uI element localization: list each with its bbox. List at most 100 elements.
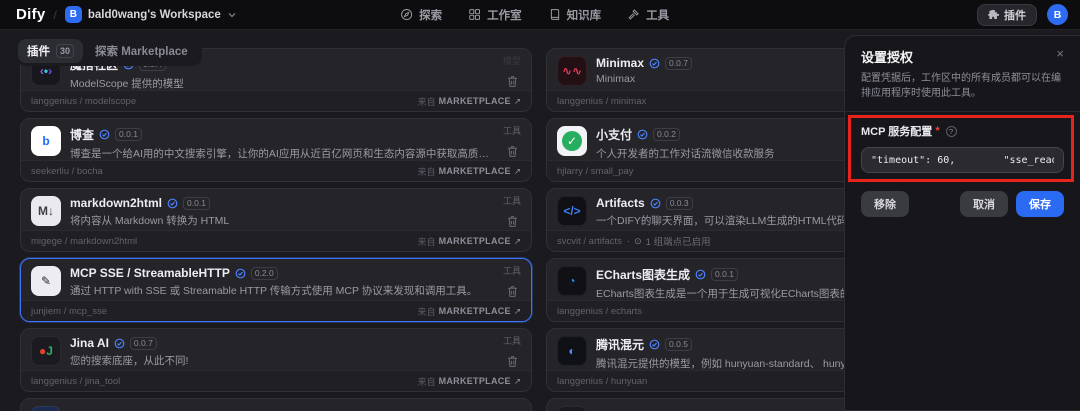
auth-settings-panel: 设置授权 × 配置凭据后，工作区中的所有成员都可以在编排应用程序时使用此工具。 … (844, 35, 1080, 411)
external-link-icon: ↗ (514, 306, 521, 317)
dify-logo[interactable]: Dify (16, 6, 46, 23)
workspace-avatar: B (65, 6, 82, 23)
nav-item-tools[interactable]: 工具 (627, 7, 669, 23)
close-button[interactable]: × (1056, 47, 1064, 60)
marketplace-link[interactable]: 来自 MARKETPLACE ↗ (418, 375, 521, 388)
plugin-title: ECharts图表生成 (596, 266, 690, 283)
nav-item-knowledge[interactable]: 知识库 (548, 7, 602, 23)
marketplace-from-label: 来自 (418, 375, 436, 388)
plugin-card-jina-ai[interactable]: ●J Jina AI 0.0.7 您的搜索底座，从此不同! 工具 langgen… (20, 328, 532, 392)
external-link-icon: ↗ (514, 236, 521, 247)
help-icon[interactable]: ? (946, 126, 957, 137)
icon-glyph: ✓ (567, 135, 577, 147)
icon-glyph: ∿∿ (562, 65, 582, 77)
version-badge: 0.0.1 (711, 268, 738, 281)
panel-title: 设置授权 (861, 47, 913, 66)
plugin-card-bocha[interactable]: b 博查 0.0.1 博查是一个给AI用的中文搜索引擎，让你的AI应用从近百亿网… (20, 118, 532, 182)
plugin-description: 将内容从 Markdown 转换为 HTML (70, 213, 495, 228)
icon-glyph: ◐ (568, 345, 575, 357)
puzzle-icon (988, 9, 999, 20)
save-button[interactable]: 保存 (1016, 191, 1064, 217)
panel-description: 配置凭据后，工作区中的所有成员都可以在编排应用程序时使用此工具。 (861, 71, 1064, 101)
version-badge: 0.2.0 (251, 267, 278, 280)
cancel-button[interactable]: 取消 (960, 191, 1008, 217)
plugin-org: langgenius / minimax (557, 96, 646, 107)
plugin-type-tag: 工具 (503, 334, 521, 347)
plugin-icon: ●J (31, 336, 61, 366)
workspace-name: bald0wang's Workspace (88, 9, 221, 21)
dot-separator: · (627, 236, 630, 247)
plugin-description: 您的搜索底座，从此不同! (70, 353, 495, 368)
plugin-title: Artifacts (596, 196, 645, 210)
plugins-button-label: 插件 (1004, 7, 1026, 23)
verified-icon (649, 339, 660, 350)
icon-glyph: ✎ (41, 275, 51, 287)
version-badge: 0.0.3 (666, 197, 693, 210)
version-badge: 0.0.5 (665, 338, 692, 351)
plugin-org: langgenius / echarts (557, 306, 642, 317)
card-footer: langgenius / jina_tool · ⊙ 来自 MARKETPLAC… (21, 370, 531, 391)
trash-icon (506, 75, 519, 88)
external-link-icon: ↗ (514, 96, 521, 107)
tab-plugins[interactable]: 插件 30 (18, 39, 83, 63)
plugin-icon (557, 406, 587, 411)
plugin-icon: ◔ (557, 266, 587, 296)
plugin-description: 博查是一个给AI用的中文搜索引擎，让你的AI应用从近百亿网页和生态内容源中获取高… (70, 146, 495, 161)
version-badge: 0.0.1 (115, 128, 142, 141)
verified-icon (99, 129, 110, 140)
verified-icon (235, 268, 246, 279)
plugin-title: 小支付 (596, 126, 632, 143)
plugin-icon: M↓ (31, 196, 61, 226)
nav-item-explore[interactable]: 探索 (400, 7, 442, 23)
card-footer: migege / markdown2html · ⊙ 来自 MARKETPLAC… (21, 230, 531, 251)
verified-icon (114, 338, 125, 349)
panel-divider (845, 111, 1080, 112)
marketplace-link[interactable]: 来自 MARKETPLACE ↗ (418, 305, 521, 318)
remove-button[interactable]: 移除 (861, 191, 909, 217)
book-icon (548, 8, 561, 21)
plugin-icon: </> (557, 196, 587, 226)
plugin-title: Jina AI (70, 336, 109, 350)
user-avatar[interactable]: B (1047, 4, 1068, 25)
plugin-type-tag: 工具 (503, 124, 521, 137)
plugin-card-mcp-sse[interactable]: ✎ MCP SSE / StreamableHTTP 0.2.0 通过 HTTP… (20, 258, 532, 322)
compass-icon (400, 8, 413, 21)
tab-marketplace[interactable]: 探索 Marketplace (95, 43, 188, 59)
plugin-org: svcvit / artifacts (557, 236, 622, 247)
plugin-type-tag: 模型 (503, 54, 521, 67)
plugin-type-tag: 工具 (503, 194, 521, 207)
plugin-org: langgenius / jina_tool (31, 376, 120, 387)
marketplace-label: MARKETPLACE (439, 96, 511, 106)
nav-item-studio[interactable]: 工作室 (468, 7, 522, 23)
marketplace-link[interactable]: 来自 MARKETPLACE ↗ (418, 165, 521, 178)
trash-icon (506, 145, 519, 158)
plugin-card-partial-left[interactable]: · ⊙ (20, 398, 532, 411)
plugins-button[interactable]: 插件 (977, 4, 1037, 26)
version-badge: 0.0.7 (665, 57, 692, 70)
plugin-icon: ✎ (31, 266, 61, 296)
workspace-switcher[interactable]: B bald0wang's Workspace (65, 6, 236, 23)
mcp-config-input[interactable] (861, 147, 1064, 173)
plugin-org: migege / markdown2html (31, 236, 137, 247)
trash-icon (506, 285, 519, 298)
marketplace-link[interactable]: 来自 MARKETPLACE ↗ (418, 235, 521, 248)
external-link-icon: ↗ (514, 166, 521, 177)
tab-bar: 插件 30 探索 Marketplace (16, 36, 202, 66)
plugins-count-badge: 30 (56, 44, 74, 58)
card-footer: seekerliu / bocha · ⊙ 来自 MARKETPLACE ↗ (21, 160, 531, 181)
marketplace-label: MARKETPLACE (439, 166, 511, 176)
trash-icon (506, 215, 519, 228)
studio-icon (468, 8, 481, 21)
marketplace-link[interactable]: 来自 MARKETPLACE ↗ (418, 95, 521, 108)
marketplace-from-label: 来自 (418, 235, 436, 248)
required-asterisk: * (935, 125, 939, 137)
plugin-title: MCP SSE / StreamableHTTP (70, 266, 230, 280)
hammer-icon (627, 8, 640, 21)
main-content: 插件 30 探索 Marketplace ‹•› 魔搭社区 0.0.4 Mode… (0, 30, 1080, 411)
plugin-org: seekerliu / bocha (31, 166, 103, 177)
plugin-description: 通过 HTTP with SSE 或 Streamable HTTP 传输方式使… (70, 283, 495, 298)
verified-icon (650, 198, 661, 209)
plugin-icon: ∿∿ (557, 56, 587, 86)
plugin-card-markdown2html[interactable]: M↓ markdown2html 0.0.1 将内容从 Markdown 转换为… (20, 188, 532, 252)
plugin-org: langgenius / modelscope (31, 96, 136, 107)
